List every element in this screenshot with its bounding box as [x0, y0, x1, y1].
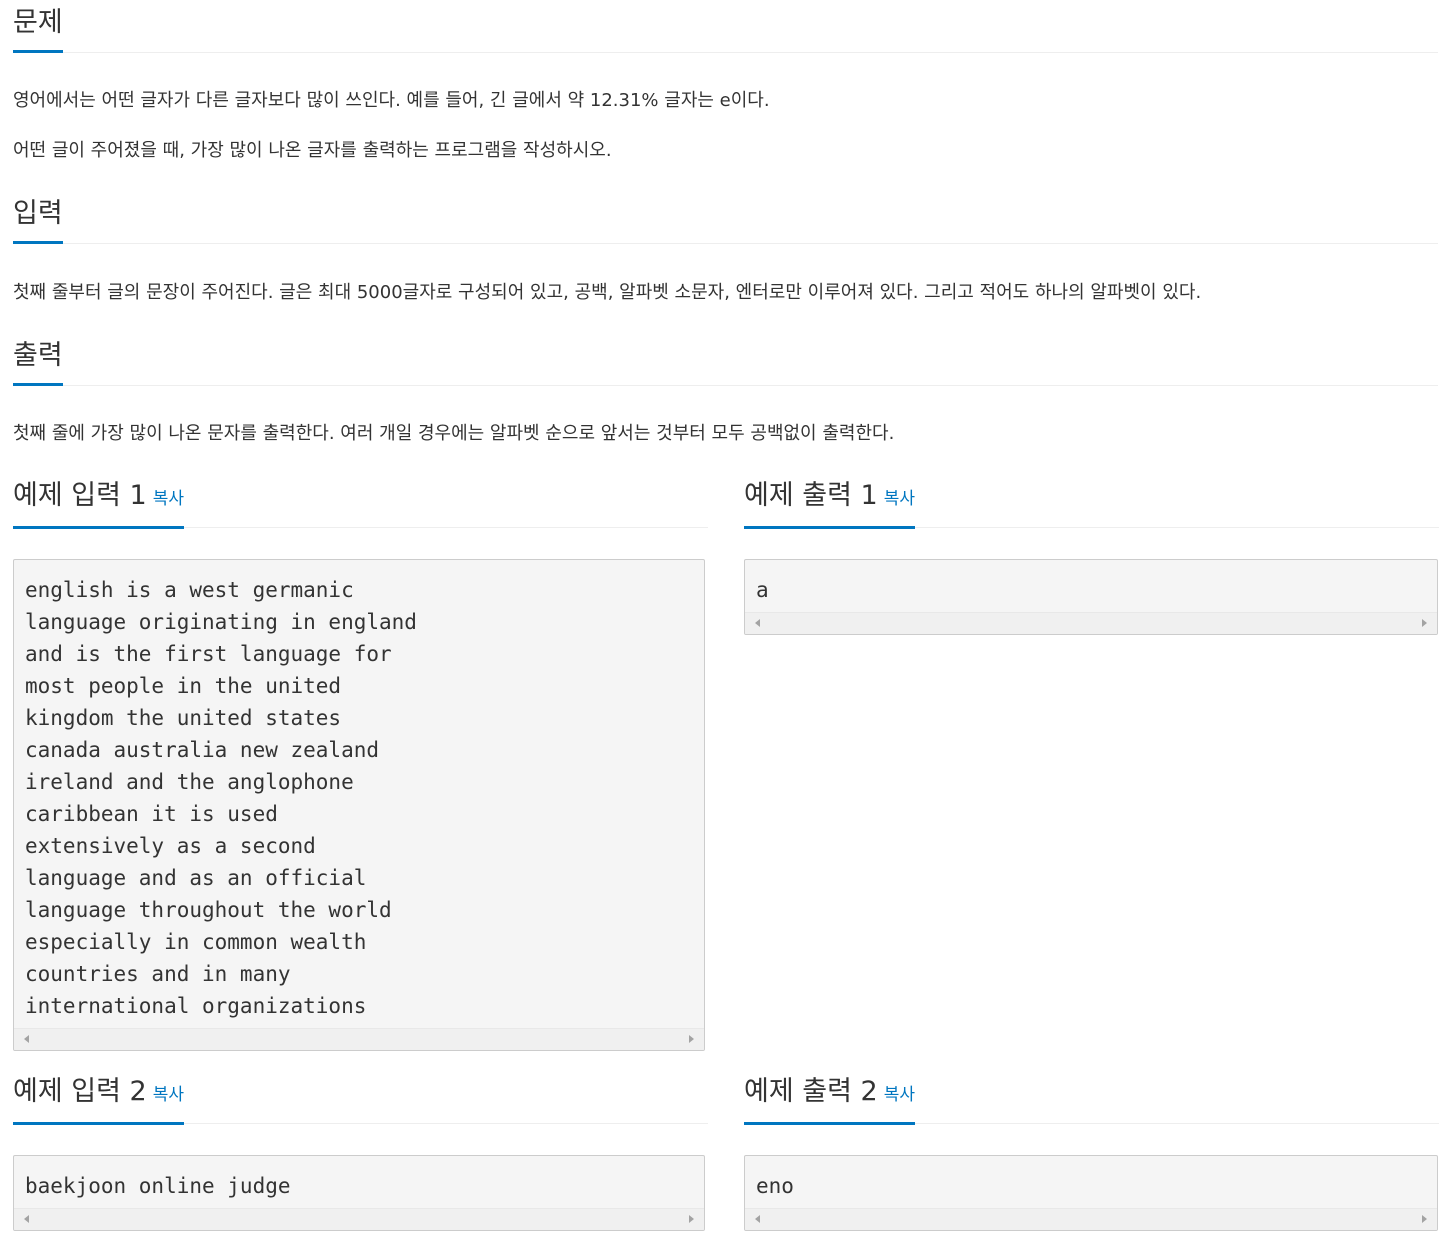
- sample-input-1-box: english is a west germanic language orig…: [13, 559, 705, 1051]
- sample-output-2-scrollbar[interactable]: [745, 1208, 1437, 1230]
- sample-output-2-heading-row: 예제 출력 2 복사: [744, 1059, 1439, 1125]
- sample-input-1: 예제 입력 1 복사 english is a west germanic lan…: [13, 463, 708, 1051]
- problem-heading-row: 문제: [13, 0, 1438, 53]
- input-description: 첫째 줄부터 글의 문장이 주어진다. 글은 최대 5000글자로 구성되어 있…: [13, 282, 1202, 303]
- sample-input-1-scrollbar[interactable]: [14, 1028, 704, 1050]
- scroll-left-arrow-icon[interactable]: [24, 1215, 29, 1223]
- sample-output-1: 예제 출력 1 복사 a: [744, 463, 1439, 635]
- sample-input-1-heading-row: 예제 입력 1 복사: [13, 463, 708, 529]
- sample-output-1-heading: 예제 출력 1 복사: [744, 477, 915, 529]
- output-section: 출력 첫째 줄에 가장 많이 나온 문자를 출력한다. 여러 개일 경우에는 알…: [13, 333, 1438, 444]
- sample-output-1-box: a: [744, 559, 1438, 635]
- output-heading-row: 출력: [13, 333, 1438, 386]
- sample-output-2: 예제 출력 2 복사 eno: [744, 1059, 1439, 1231]
- copy-sample-input-2-button[interactable]: 복사: [153, 1085, 184, 1105]
- sample-input-1-text: english is a west germanic language orig…: [25, 578, 417, 1018]
- copy-sample-output-1-button[interactable]: 복사: [884, 489, 915, 509]
- scroll-right-arrow-icon[interactable]: [689, 1035, 694, 1043]
- sample-output-1-scrollbar[interactable]: [745, 612, 1437, 634]
- sample-output-2-heading: 예제 출력 2 복사: [744, 1073, 915, 1125]
- problem-paragraph-2: 어떤 글이 주어졌을 때, 가장 많이 나온 글자를 출력하는 프로그램을 작성…: [13, 140, 612, 161]
- input-section: 입력 첫째 줄부터 글의 문장이 주어진다. 글은 최대 5000글자로 구성되…: [13, 191, 1438, 303]
- sample-input-2-heading: 예제 입력 2 복사: [13, 1073, 184, 1125]
- problem-paragraph-1: 영어에서는 어떤 글자가 다른 글자보다 많이 쓰인다. 예를 들어, 긴 글에…: [13, 90, 770, 111]
- sample-output-1-heading-row: 예제 출력 1 복사: [744, 463, 1439, 529]
- sample-input-1-title: 예제 입력 1: [13, 480, 147, 511]
- sample-input-2-title: 예제 입력 2: [13, 1076, 147, 1107]
- input-heading-row: 입력: [13, 191, 1438, 244]
- scroll-left-arrow-icon[interactable]: [755, 619, 760, 627]
- sample-output-1-title: 예제 출력 1: [744, 480, 878, 511]
- sample-input-2: 예제 입력 2 복사 baekjoon online judge: [13, 1059, 708, 1231]
- sample-input-2-scrollbar[interactable]: [14, 1208, 704, 1230]
- copy-sample-input-1-button[interactable]: 복사: [153, 489, 184, 509]
- scroll-right-arrow-icon[interactable]: [689, 1215, 694, 1223]
- sample-input-2-box: baekjoon online judge: [13, 1155, 705, 1231]
- sample-input-2-heading-row: 예제 입력 2 복사: [13, 1059, 708, 1125]
- sample-output-2-box: eno: [744, 1155, 1438, 1231]
- scroll-right-arrow-icon[interactable]: [1422, 1215, 1427, 1223]
- problem-heading: 문제: [13, 4, 63, 53]
- input-heading: 입력: [13, 195, 63, 244]
- output-heading: 출력: [13, 337, 63, 386]
- sample-output-2-title: 예제 출력 2: [744, 1076, 878, 1107]
- sample-output-2-text: eno: [756, 1174, 794, 1198]
- scroll-right-arrow-icon[interactable]: [1422, 619, 1427, 627]
- scroll-left-arrow-icon[interactable]: [24, 1035, 29, 1043]
- sample-input-1-heading: 예제 입력 1 복사: [13, 477, 184, 529]
- output-description: 첫째 줄에 가장 많이 나온 문자를 출력한다. 여러 개일 경우에는 알파벳 …: [13, 423, 895, 444]
- copy-sample-output-2-button[interactable]: 복사: [884, 1085, 915, 1105]
- scroll-left-arrow-icon[interactable]: [755, 1215, 760, 1223]
- sample-input-2-text: baekjoon online judge: [25, 1174, 291, 1198]
- problem-section: 문제 영어에서는 어떤 글자가 다른 글자보다 많이 쓰인다. 예를 들어, 긴…: [13, 0, 1438, 161]
- sample-output-1-text: a: [756, 578, 769, 602]
